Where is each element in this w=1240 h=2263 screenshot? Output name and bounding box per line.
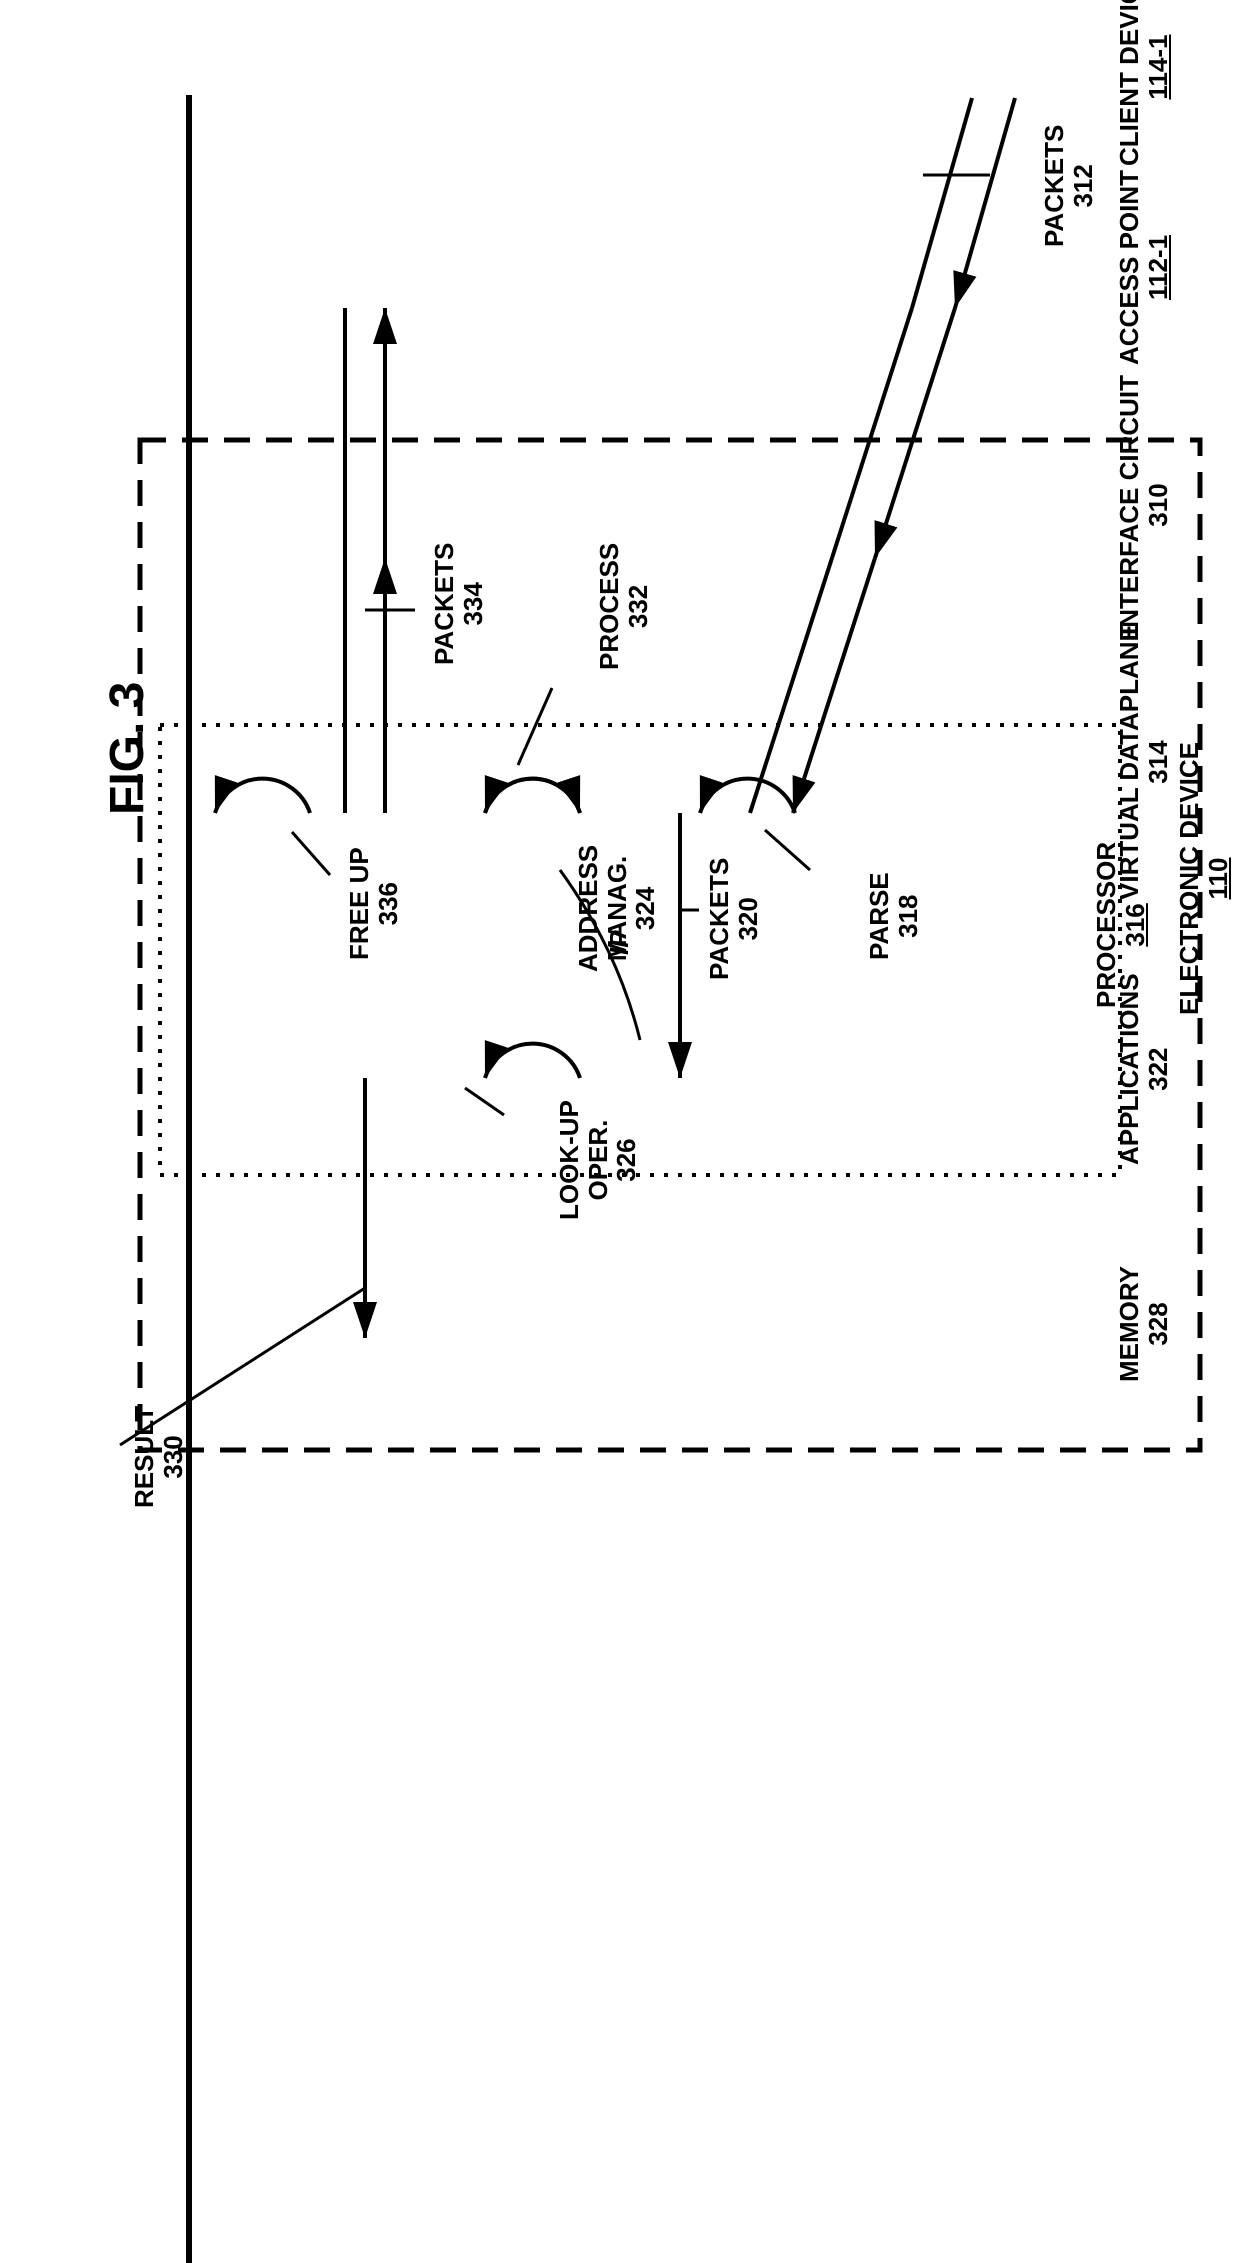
interface-circuit-ref: 310 xyxy=(1143,483,1173,526)
applications-ref: 322 xyxy=(1143,1047,1173,1090)
processor-title: PROCESSOR xyxy=(1091,842,1121,1008)
processor-label: PROCESSOR 316 xyxy=(1092,842,1149,1008)
manag-text: MANAG. xyxy=(602,856,632,961)
arc-parse-318 xyxy=(700,779,795,813)
virtual-dataplane-ref: 314 xyxy=(1143,740,1173,783)
oper-text: OPER. xyxy=(583,1120,613,1201)
334-ref: 334 xyxy=(458,582,488,625)
lookup-text: LOOK-UP xyxy=(554,1100,584,1220)
interface-circuit-title: INTERFACE CIRCUIT xyxy=(1114,375,1144,635)
arc-332 xyxy=(485,779,580,813)
callout-326 xyxy=(465,1088,504,1115)
figure-text: FIG. 3 xyxy=(101,682,154,815)
client-device-label: CLIENT DEVICE 114-1 xyxy=(1115,0,1172,166)
parse-318-label: PARSE 318 xyxy=(865,872,922,960)
packets-334-label: PACKETS 334 xyxy=(430,543,487,665)
figure-label: FIG. 3 xyxy=(100,682,155,815)
access-point-ref: 112-1 xyxy=(1143,235,1173,300)
arrow-packets-312-c xyxy=(875,308,955,558)
336-ref: 336 xyxy=(373,882,403,925)
326-ref: 326 xyxy=(611,1138,641,1181)
free-up-336-label: FREE UP 336 xyxy=(345,847,402,960)
callout-336 xyxy=(292,832,330,875)
process-text: PROCESS xyxy=(594,543,624,670)
client-device-title: CLIENT DEVICE xyxy=(1114,0,1144,166)
parse-318-ref: 318 xyxy=(893,894,923,937)
freeup-text: FREE UP xyxy=(344,847,374,960)
diagram-canvas: CLIENT DEVICE 114-1 ACCESS POINT 112-1 I… xyxy=(0,0,1240,1811)
parse-318-text: PARSE xyxy=(864,872,894,960)
electronic-device-box xyxy=(140,440,1200,1450)
memory-label: MEMORY 328 xyxy=(1115,1266,1172,1382)
arrow-packets-312-d xyxy=(832,308,912,558)
arrow-packets-312-b xyxy=(912,98,972,308)
arrow-packets-312-e xyxy=(793,558,875,813)
electronic-device-label: ELECTRONIC DEVICE 110 xyxy=(1175,742,1232,1015)
access-point-label: ACCESS POINT 112-1 xyxy=(1115,170,1172,365)
callout-318 xyxy=(765,830,810,870)
330-ref: 330 xyxy=(158,1435,188,1478)
interface-circuit-label: INTERFACE CIRCUIT 310 xyxy=(1115,375,1172,635)
arrow-packets-312-a xyxy=(955,98,1015,308)
access-point-title: ACCESS POINT xyxy=(1114,170,1144,365)
address-manag-label: ADDRESS MANAG. 324 xyxy=(574,845,660,972)
arrow-packets-312-f xyxy=(750,558,832,813)
process-332-label: PROCESS 332 xyxy=(595,543,652,670)
arc-324 xyxy=(485,779,580,813)
result-text: RESULT xyxy=(129,1406,159,1508)
332-ref: 332 xyxy=(623,585,653,628)
electronic-device-ref: 110 xyxy=(1203,858,1233,900)
arc-336 xyxy=(215,779,310,813)
packets-312-text: PACKETS xyxy=(1039,125,1069,247)
callout-332 xyxy=(518,688,552,765)
address-text: ADDRESS xyxy=(573,845,603,972)
processor-ref: 316 xyxy=(1120,903,1150,946)
memory-title: MEMORY xyxy=(1114,1266,1144,1382)
324-ref: 324 xyxy=(630,887,660,930)
result-330-label: RESULT 330 xyxy=(130,1406,187,1508)
arc-326 xyxy=(485,1044,580,1078)
electronic-device-title: ELECTRONIC DEVICE xyxy=(1174,742,1204,1015)
packets-320-text: PACKETS xyxy=(704,858,734,980)
packets-312-label: PACKETS 312 xyxy=(1040,125,1097,247)
packets-334-text: PACKETS xyxy=(429,543,459,665)
packets-320-ref: 320 xyxy=(733,897,763,940)
lookup-oper-label: LOOK-UP OPER. 326 xyxy=(555,1100,641,1220)
packets-320-label: PACKETS 320 xyxy=(705,858,762,980)
packets-312-ref: 312 xyxy=(1068,164,1098,207)
client-device-ref: 114-1 xyxy=(1143,35,1173,100)
memory-ref: 328 xyxy=(1143,1302,1173,1345)
